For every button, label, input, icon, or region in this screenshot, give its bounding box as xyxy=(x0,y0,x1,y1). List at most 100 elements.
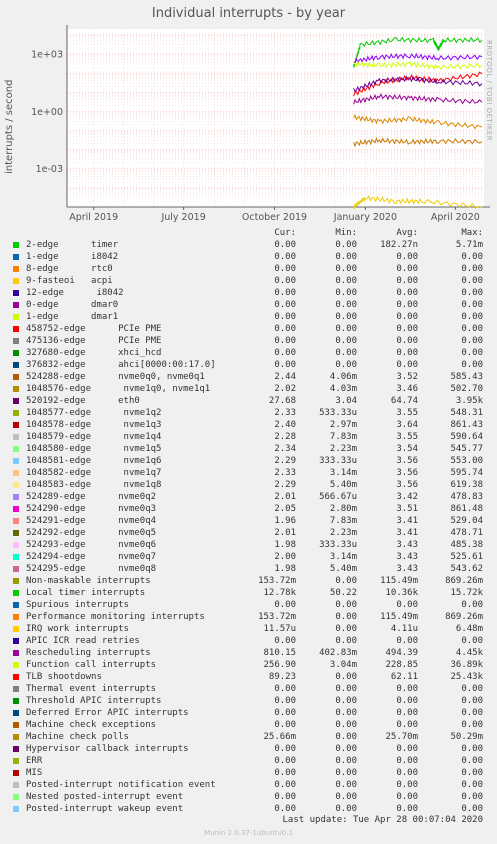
legend-min-value: 0.00 xyxy=(335,336,357,346)
legend-max-value: 0.00 xyxy=(461,684,483,694)
legend-avg-value: 0.00 xyxy=(396,744,418,754)
legend-swatch xyxy=(13,386,19,392)
legend-max-value: 0.00 xyxy=(461,348,483,358)
legend-max-value: 0.00 xyxy=(461,336,483,346)
legend-row: 8-edge rtc0 0.00 0.00 0.00 0.00 xyxy=(0,263,497,275)
legend-row: Posted-interrupt wakeup event 0.00 0.00 0.0… xyxy=(0,803,497,815)
legend-swatch xyxy=(13,602,19,608)
legend-swatch xyxy=(13,350,19,356)
legend-cur-value: 0.00 xyxy=(274,360,296,370)
legend-min-value: 0.00 xyxy=(335,252,357,262)
legend-max-value: 0.00 xyxy=(461,768,483,778)
legend-max-value: 0.00 xyxy=(461,324,483,334)
legend-swatch xyxy=(13,530,19,536)
legend-min-value: 0.00 xyxy=(335,720,357,730)
legend-min-value: 402.83m xyxy=(319,648,357,658)
legend-avg-value: 3.41 xyxy=(396,528,418,538)
legend-label: 327680-edge xhci_hcd xyxy=(26,348,162,358)
legend-min-value: 4.03m xyxy=(329,384,357,394)
legend-label: Posted-interrupt notification event xyxy=(26,780,216,790)
legend-cur-value: 2.29 xyxy=(274,456,296,466)
legend-min-value: 0.00 xyxy=(335,276,357,286)
x-tick-label: April 2019 xyxy=(69,212,118,223)
legend-avg-value: 3.46 xyxy=(396,384,418,394)
legend-cur-value: 2.34 xyxy=(274,444,296,454)
legend-cur-value: 0.00 xyxy=(274,252,296,262)
legend-row: Deferred Error APIC interrupts 0.00 0.00 0.… xyxy=(0,707,497,719)
legend-label: 1048576-edge nvme1q0, nvme1q1 xyxy=(26,384,211,394)
legend-swatch xyxy=(13,506,19,512)
legend-max-value: 869.26m xyxy=(445,576,483,586)
legend-min-value: 7.83m xyxy=(329,432,357,442)
col-avg-header: Avg: xyxy=(396,228,418,238)
legend-max-value: 6.48m xyxy=(455,624,483,634)
legend-avg-value: 0.00 xyxy=(396,336,418,346)
legend-cur-value: 0.00 xyxy=(274,348,296,358)
legend-swatch xyxy=(13,626,19,632)
legend-swatch xyxy=(13,410,19,416)
legend-max-value: 861.48 xyxy=(450,504,483,514)
legend-max-value: 619.38 xyxy=(450,480,483,490)
legend-row: 524294-edge nvme0q7 2.00 3.14m 3.43 525.61 xyxy=(0,551,497,563)
legend-max-value: 502.70 xyxy=(450,384,483,394)
legend-cur-value: 1.98 xyxy=(274,564,296,574)
legend-cur-value: 1.98 xyxy=(274,540,296,550)
legend-label: Rescheduling interrupts xyxy=(26,648,151,658)
legend-cur-value: 153.72m xyxy=(258,612,296,622)
legend-label: Machine check exceptions xyxy=(26,720,157,730)
legend-cur-value: 0.00 xyxy=(274,336,296,346)
legend-swatch xyxy=(13,662,19,668)
legend-min-value: 7.83m xyxy=(329,516,357,526)
legend-max-value: 0.00 xyxy=(461,312,483,322)
legend-label: Machine check polls xyxy=(26,732,129,742)
legend-label: Hypervisor callback interrupts xyxy=(26,744,189,754)
legend-swatch xyxy=(13,710,19,716)
legend-avg-value: 64.74 xyxy=(390,396,418,406)
legend-avg-value: 0.00 xyxy=(396,276,418,286)
legend-label: 524292-edge nvme0q5 xyxy=(26,528,157,538)
legend-min-value: 0.00 xyxy=(335,804,357,814)
legend-cur-value: 2.28 xyxy=(274,432,296,442)
legend-min-value: 333.33u xyxy=(319,456,357,466)
legend-max-value: 525.61 xyxy=(450,552,483,562)
legend-min-value: 0.00 xyxy=(335,792,357,802)
legend-avg-value: 3.56 xyxy=(396,480,418,490)
legend-max-value: 0.00 xyxy=(461,300,483,310)
legend-avg-value: 0.00 xyxy=(396,780,418,790)
legend-cur-value: 0.00 xyxy=(274,756,296,766)
legend-cur-value: 0.00 xyxy=(274,792,296,802)
legend-label: 1048583-edge nvme1q8 xyxy=(26,480,162,490)
legend-cur-value: 2.44 xyxy=(274,372,296,382)
legend-avg-value: 3.56 xyxy=(396,456,418,466)
legend-row: 1048579-edge nvme1q4 2.28 7.83m 3.55 590.64 xyxy=(0,431,497,443)
col-cur-header: Cur: xyxy=(274,228,296,238)
legend-swatch xyxy=(13,362,19,368)
legend-max-value: 36.89k xyxy=(450,660,483,670)
legend-min-value: 533.33u xyxy=(319,408,357,418)
legend-swatch xyxy=(13,326,19,332)
legend-max-value: 529.04 xyxy=(450,516,483,526)
legend-row: 1048581-edge nvme1q6 2.29 333.33u 3.56 553.0… xyxy=(0,455,497,467)
legend-cur-value: 0.00 xyxy=(274,684,296,694)
legend-row: 458752-edge PCIe PME 0.00 0.00 0.00 0.00 xyxy=(0,323,497,335)
legend-avg-value: 0.00 xyxy=(396,756,418,766)
legend-row: 9-fasteoi acpi 0.00 0.00 0.00 0.00 xyxy=(0,275,497,287)
legend-min-value: 0.00 xyxy=(335,324,357,334)
legend-cur-value: 0.00 xyxy=(274,600,296,610)
legend-swatch xyxy=(13,482,19,488)
legend-row: 1-edge i8042 0.00 0.00 0.00 0.00 xyxy=(0,251,497,263)
legend-label: IRQ work interrupts xyxy=(26,624,129,634)
legend-max-value: 15.72k xyxy=(450,588,483,598)
legend-swatch xyxy=(13,746,19,752)
legend-swatch xyxy=(13,338,19,344)
legend-label: 524288-edge nvme0q0, nvme0q1 xyxy=(26,372,205,382)
legend-max-value: 0.00 xyxy=(461,360,483,370)
legend-avg-value: 4.11u xyxy=(390,624,418,634)
legend-min-value: 0.00 xyxy=(335,672,357,682)
legend-swatch xyxy=(13,254,19,260)
legend-max-value: 0.00 xyxy=(461,636,483,646)
legend-row: 524289-edge nvme0q2 2.01 566.67u 3.42 478.83 xyxy=(0,491,497,503)
legend-label: 8-edge rtc0 xyxy=(26,264,113,274)
legend-swatch xyxy=(13,614,19,620)
legend-cur-value: 0.00 xyxy=(274,312,296,322)
